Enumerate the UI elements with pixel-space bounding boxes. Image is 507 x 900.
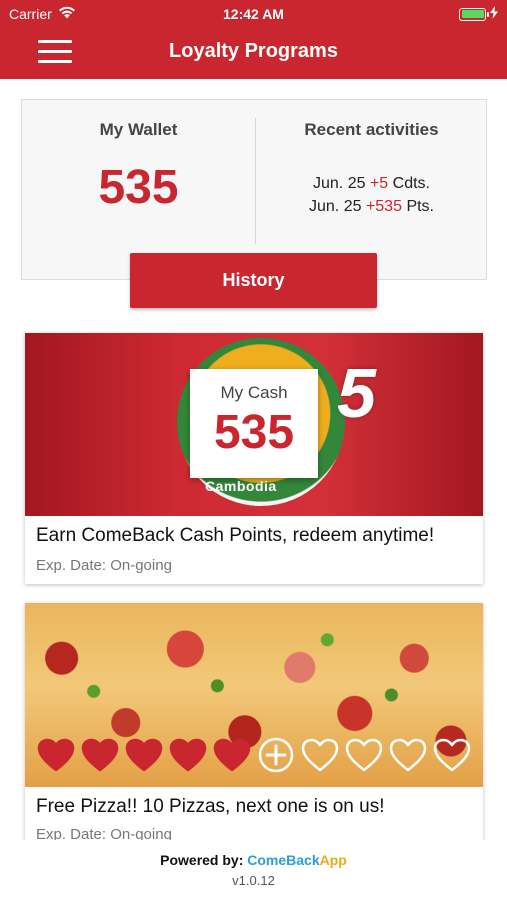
logo-cambodia-text: Cambodia (205, 478, 277, 494)
history-button[interactable]: History (130, 253, 377, 308)
battery-icon (459, 7, 489, 21)
heart-filled-icon (213, 736, 251, 774)
logo-five-text: 5 (337, 354, 376, 432)
promo-title: Earn ComeBack Cash Points, redeem anytim… (36, 525, 435, 546)
powered-by-label: Powered by: (160, 852, 244, 868)
heart-empty-icon (301, 736, 339, 774)
add-stamp-icon[interactable] (257, 736, 295, 774)
my-cash-box: My Cash 535 (190, 369, 318, 478)
activity-amount: +5 (369, 175, 389, 192)
pizza-banner-image (25, 603, 483, 787)
battery-indicator (459, 6, 498, 22)
activity-unit: Cdts. (392, 175, 430, 192)
status-bar: Carrier 12:42 AM (0, 0, 507, 28)
cash-banner: 5 Cambodia My Cash 535 (25, 333, 483, 516)
heart-filled-icon (125, 736, 163, 774)
heart-filled-icon (37, 736, 75, 774)
page-title: Loyalty Programs (169, 40, 338, 62)
battery-fill (461, 10, 484, 18)
promo-title: Free Pizza!! 10 Pizzas, next one is on u… (36, 796, 385, 817)
heart-filled-icon (81, 736, 119, 774)
activity-item: Jun. 25 +535 Pts. (255, 195, 488, 218)
status-time: 12:42 AM (223, 6, 284, 22)
activity-date: Jun. 25 (309, 198, 362, 215)
brand-name[interactable]: ComeBackApp (247, 852, 347, 868)
heart-empty-icon (433, 736, 471, 774)
promo-card-cash[interactable]: 5 Cambodia My Cash 535 Earn ComeBack Cas… (25, 333, 483, 584)
heart-empty-icon (345, 736, 383, 774)
promo-card-pizza[interactable]: Free Pizza!! 10 Pizzas, next one is on u… (25, 603, 483, 843)
app-header: Carrier 12:42 AM Loyalty Programs (0, 0, 507, 79)
heart-empty-icon (389, 736, 427, 774)
stamp-hearts (37, 736, 471, 774)
recent-activities-title: Recent activities (304, 120, 439, 139)
footer: Powered by: ComeBackApp v1.0.12 (0, 840, 507, 900)
wallet-balance: 535 (98, 161, 179, 214)
powered-by: Powered by: ComeBackApp (0, 852, 507, 868)
my-cash-label: My Cash (220, 383, 288, 402)
activity-item: Jun. 25 +5 Cdts. (255, 172, 488, 195)
wallet-title: My Wallet (99, 120, 178, 139)
activity-unit: Pts. (406, 198, 434, 215)
activity-list: Jun. 25 +5 Cdts. Jun. 25 +535 Pts. (255, 172, 488, 218)
app-version: v1.0.12 (232, 873, 275, 888)
charging-icon (490, 6, 498, 22)
activity-amount: +535 (365, 198, 402, 215)
my-cash-value: 535 (213, 406, 295, 459)
promo-exp-date: Exp. Date: On-going (36, 557, 172, 574)
heart-filled-icon (169, 736, 207, 774)
activity-date: Jun. 25 (313, 175, 366, 192)
